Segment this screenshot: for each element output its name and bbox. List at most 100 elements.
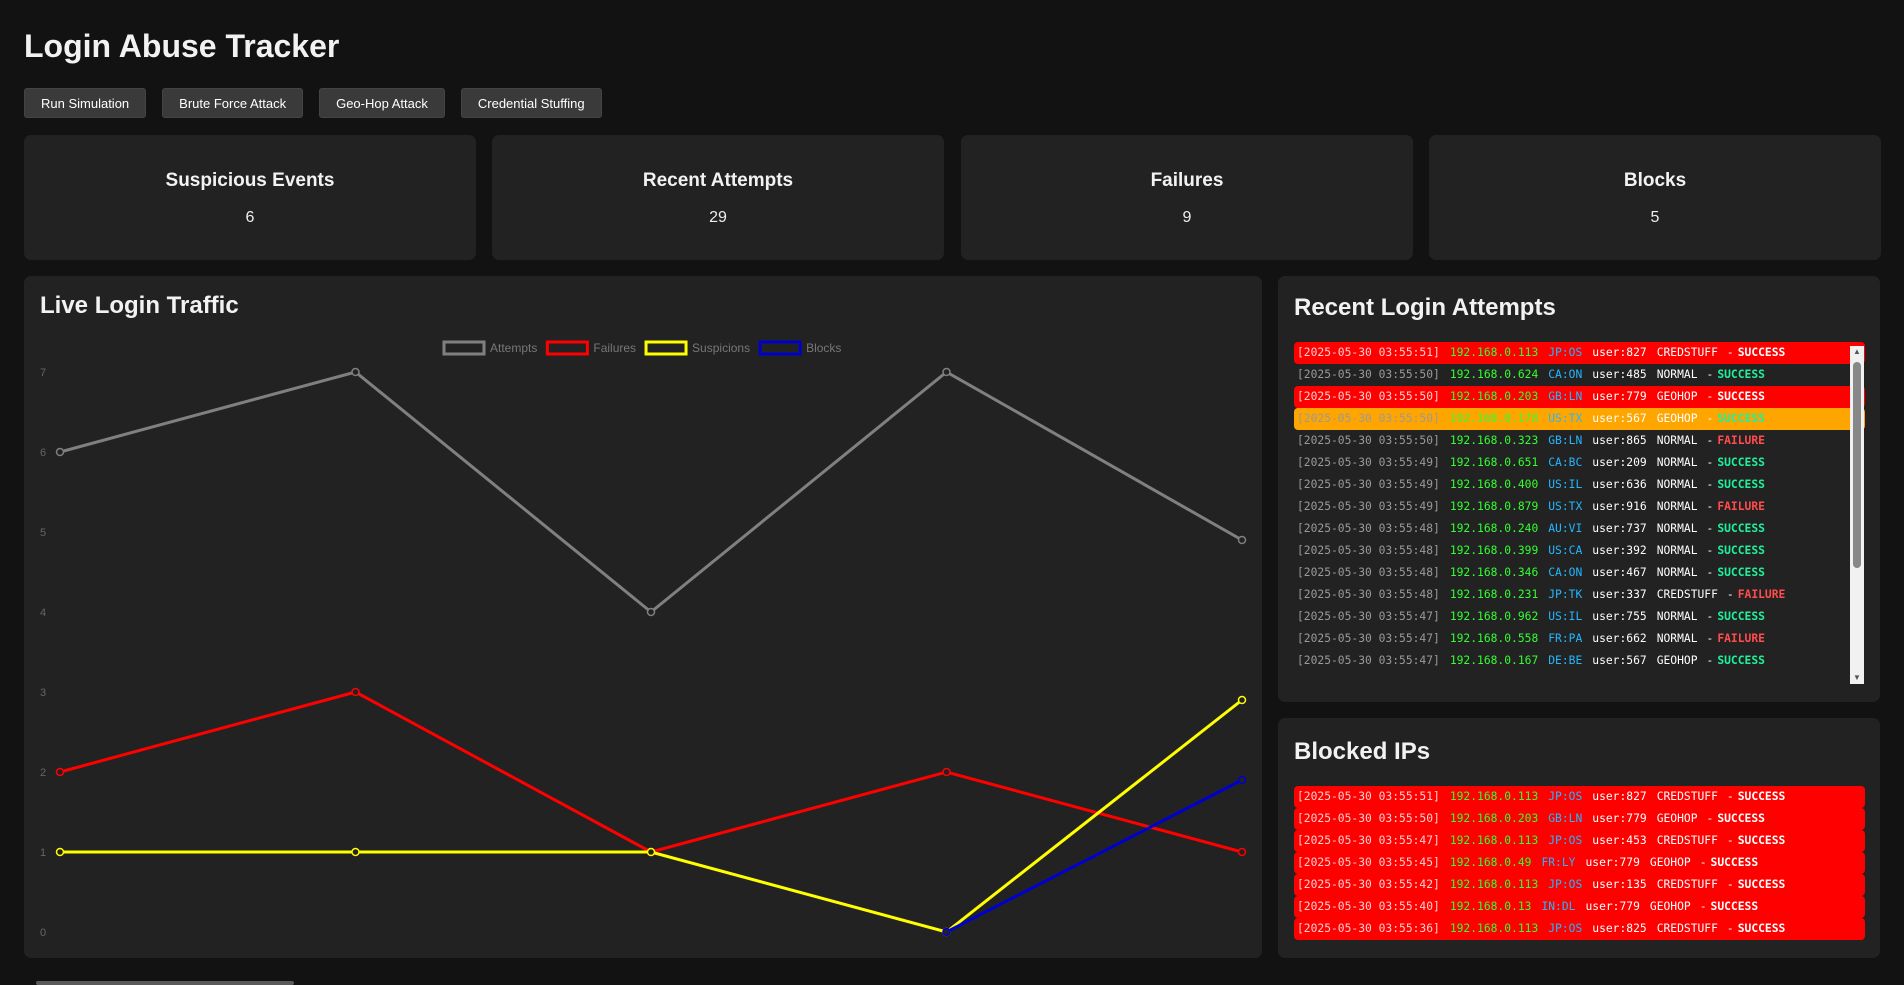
log-type: NORMAL (1656, 610, 1698, 623)
scroll-thumb[interactable] (1853, 362, 1861, 568)
log-ip: 192.168.0.323 (1449, 434, 1539, 447)
log-type: NORMAL (1656, 632, 1698, 645)
data-point (1237, 535, 1247, 545)
log-timestamp: [2025-05-30 03:55:47] (1297, 654, 1440, 667)
log-user: user:827 (1592, 346, 1647, 359)
log-status: SUCCESS (1717, 544, 1765, 557)
credential-stuffing-button[interactable]: Credential Stuffing (460, 88, 602, 118)
y-tick-label: 4 (40, 607, 46, 619)
log-status: SUCCESS (1717, 812, 1765, 825)
log-type: NORMAL (1656, 434, 1698, 447)
stat-value: 29 (709, 209, 727, 226)
stat-title: Blocks (1623, 170, 1687, 191)
run-simulation-button[interactable]: Run Simulation (24, 88, 147, 118)
log-separator: - (1706, 500, 1714, 513)
stat-value: 5 (1650, 209, 1660, 226)
log-user: user:337 (1592, 588, 1647, 601)
log-row: [2025-05-30 03:55:47] 192.168.0.962 US:IL u… (1294, 606, 1865, 628)
panel-title: Recent Login Attempts (1294, 294, 1556, 321)
data-point (55, 847, 65, 857)
log-separator: - (1726, 922, 1734, 935)
log-separator: - (1706, 478, 1714, 491)
log-type: GEOHOP (1656, 412, 1698, 425)
log-timestamp: [2025-05-30 03:55:49] (1297, 478, 1440, 491)
stat-card-recent-attempts: Recent Attempts 29 (492, 135, 944, 260)
log-timestamp: [2025-05-30 03:55:50] (1297, 412, 1440, 425)
log-type: NORMAL (1656, 500, 1698, 513)
stat-title: Failures (1150, 170, 1224, 191)
scroll-up-arrow-icon[interactable]: ▲ (1850, 346, 1864, 358)
log-status: SUCCESS (1717, 390, 1765, 403)
log-type: GEOHOP (1656, 812, 1698, 825)
blocked-ips-log[interactable]: [2025-05-30 03:55:51] 192.168.0.113 JP:OS u… (1294, 786, 1865, 946)
log-row: [2025-05-30 03:55:47] 192.168.0.113 JP:OS u… (1294, 830, 1865, 852)
log-timestamp: [2025-05-30 03:55:36] (1297, 922, 1440, 935)
log-row: [2025-05-30 03:55:49] 192.168.0.651 CA:BC u… (1294, 452, 1865, 474)
log-separator: - (1706, 812, 1714, 825)
log-ip: 192.168.0.178 (1449, 412, 1539, 425)
log-status: SUCCESS (1737, 922, 1786, 935)
log-user: user:737 (1592, 522, 1647, 535)
log-row: [2025-05-30 03:55:42] 192.168.0.113 JP:OS u… (1294, 874, 1865, 896)
page-horizontal-scrollbar[interactable] (36, 981, 294, 985)
log-geo: US:CA (1548, 544, 1583, 557)
log-status: SUCCESS (1717, 456, 1765, 469)
log-separator: - (1706, 456, 1714, 469)
log-status: SUCCESS (1737, 790, 1786, 803)
log-status: SUCCESS (1737, 878, 1786, 891)
log-geo: GB:LN (1548, 390, 1583, 403)
log-type: GEOHOP (1656, 390, 1698, 403)
log-user: user:827 (1592, 790, 1647, 803)
log-separator: - (1726, 346, 1734, 359)
log-user: user:453 (1592, 834, 1647, 847)
log-timestamp: [2025-05-30 03:55:47] (1297, 610, 1440, 623)
log-status: SUCCESS (1717, 610, 1765, 623)
log-separator: - (1706, 654, 1714, 667)
scroll-down-arrow-icon[interactable]: ▼ (1850, 672, 1864, 684)
log-separator: - (1706, 522, 1714, 535)
log-timestamp: [2025-05-30 03:55:47] (1297, 632, 1440, 645)
log-row: [2025-05-30 03:55:49] 192.168.0.400 US:IL u… (1294, 474, 1865, 496)
log-timestamp: [2025-05-30 03:55:50] (1297, 368, 1440, 381)
legend-swatch (545, 340, 589, 356)
log-timestamp: [2025-05-30 03:55:50] (1297, 390, 1440, 403)
log-status: SUCCESS (1710, 856, 1759, 869)
log-scrollbar[interactable]: ▲ ▼ (1850, 346, 1864, 684)
log-user: user:779 (1592, 812, 1647, 825)
recent-login-attempts-panel: Recent Login Attempts [2025-05-30 03:55:… (1278, 276, 1880, 702)
log-status: SUCCESS (1717, 654, 1765, 667)
log-geo: CA:BC (1548, 456, 1583, 469)
log-geo: DE:BE (1548, 654, 1583, 667)
log-user: user:779 (1592, 390, 1647, 403)
log-row: [2025-05-30 03:55:47] 192.168.0.167 DE:BE u… (1294, 650, 1865, 672)
log-ip: 192.168.0.962 (1449, 610, 1539, 623)
log-user: user:567 (1592, 654, 1647, 667)
log-separator: - (1726, 790, 1734, 803)
brute-force-attack-button[interactable]: Brute Force Attack (162, 88, 304, 118)
log-separator: - (1726, 878, 1734, 891)
recent-login-log[interactable]: [2025-05-30 03:55:51] 192.168.0.113 JP:OS u… (1294, 342, 1865, 684)
log-type: GEOHOP (1649, 856, 1691, 869)
data-point (942, 367, 951, 377)
y-tick-label: 5 (40, 527, 46, 539)
data-point (1237, 695, 1247, 705)
log-ip: 192.168.0.13 (1449, 900, 1532, 913)
geo-hop-attack-button[interactable]: Geo-Hop Attack (319, 88, 445, 118)
panel-title: Blocked IPs (1294, 738, 1431, 765)
legend-label: Failures (593, 341, 636, 355)
log-type: NORMAL (1656, 478, 1698, 491)
data-point (1237, 847, 1247, 857)
y-tick-label: 6 (40, 447, 46, 459)
log-timestamp: [2025-05-30 03:55:48] (1297, 566, 1440, 579)
log-separator: - (1726, 588, 1734, 601)
log-type: NORMAL (1656, 456, 1698, 469)
log-user: user:779 (1585, 900, 1640, 913)
series-line (59, 690, 1243, 854)
log-row: [2025-05-30 03:55:50] 192.168.0.203 GB:LN u… (1294, 808, 1865, 830)
legend-label: Suspicions (692, 341, 750, 355)
log-geo: US:IL (1548, 610, 1583, 623)
log-geo: US:TX (1548, 500, 1583, 513)
log-timestamp: [2025-05-30 03:55:48] (1297, 522, 1440, 535)
log-user: user:135 (1592, 878, 1647, 891)
log-row: [2025-05-30 03:55:36] 192.168.0.113 JP:OS u… (1294, 918, 1865, 940)
